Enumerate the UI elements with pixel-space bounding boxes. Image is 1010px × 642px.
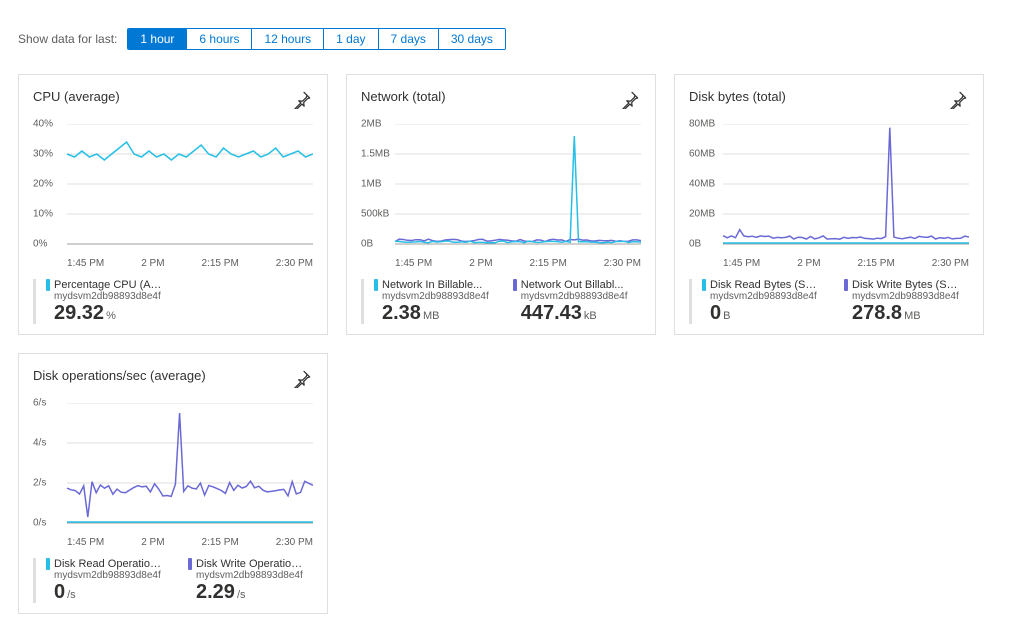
legend-value: 29.32%: [46, 302, 164, 324]
legend-swatch: [46, 279, 50, 291]
time-range-tab[interactable]: 30 days: [439, 29, 505, 49]
x-tick-label: 2:15 PM: [530, 258, 567, 269]
chart-card-network: Network (total) 2MB1.5MB1MB500kB0B 1:45 PM…: [346, 74, 656, 335]
legend-value: 447.43kB: [513, 302, 628, 324]
legend-resource-name: mydsvm2db98893d8e4f: [188, 570, 306, 581]
x-tick-label: 1:45 PM: [395, 258, 432, 269]
legend-value: 0/s: [46, 581, 164, 603]
chart-plot[interactable]: 2MB1.5MB1MB500kB0B: [361, 124, 641, 254]
time-range-selector: Show data for last: 1 hour6 hours12 hour…: [18, 28, 992, 50]
legend-swatch: [374, 279, 378, 291]
chart-legend: Disk Read Bytes (Sum)mydsvm2db98893d8e4f…: [689, 279, 969, 324]
legend-resource-name: mydsvm2db98893d8e4f: [513, 291, 628, 302]
pin-button[interactable]: [947, 89, 969, 114]
chart-title: Disk operations/sec (average): [33, 368, 206, 383]
charts-grid: CPU (average) 40%30%20%10%0% 1:45 PM 2 PM 2:…: [18, 74, 992, 614]
legend-swatch: [844, 279, 848, 291]
time-range-label: Show data for last:: [18, 32, 117, 46]
time-range-tabs: 1 hour6 hours12 hours1 day7 days30 days: [127, 28, 506, 50]
legend-value: 278.8MB: [844, 302, 962, 324]
legend-metric-name: Network In Billable...: [382, 279, 482, 291]
x-axis: 1:45 PM 2 PM 2:15 PM 2:30 PM: [689, 258, 969, 269]
x-tick-label: 2 PM: [141, 537, 164, 548]
x-tick-label: 2:15 PM: [858, 258, 895, 269]
chart-plot[interactable]: 6/s4/s2/s0/s: [33, 403, 313, 533]
x-axis: 1:45 PM 2 PM 2:15 PM 2:30 PM: [33, 537, 313, 548]
x-tick-label: 2 PM: [141, 258, 164, 269]
x-tick-label: 1:45 PM: [723, 258, 760, 269]
x-axis: 1:45 PM 2 PM 2:15 PM 2:30 PM: [361, 258, 641, 269]
chart-plot[interactable]: 80MB60MB40MB20MB0B: [689, 124, 969, 254]
legend-resource-name: mydsvm2db98893d8e4f: [46, 291, 164, 302]
legend-metric-name: Disk Read Bytes (Sum): [710, 279, 820, 291]
chart-plot[interactable]: 40%30%20%10%0%: [33, 124, 313, 254]
chart-legend: Network In Billable...mydsvm2db98893d8e4…: [361, 279, 641, 324]
legend-swatch: [513, 279, 517, 291]
x-axis: 1:45 PM 2 PM 2:15 PM 2:30 PM: [33, 258, 313, 269]
chart-card-cpu: CPU (average) 40%30%20%10%0% 1:45 PM 2 PM 2:…: [18, 74, 328, 335]
legend-metric-name: Percentage CPU (Avg): [54, 279, 164, 291]
legend-item[interactable]: Disk Write Operation...mydsvm2db98893d8e…: [188, 558, 306, 603]
x-tick-label: 2:15 PM: [202, 258, 239, 269]
chart-title: Network (total): [361, 89, 446, 104]
x-tick-label: 2:30 PM: [604, 258, 641, 269]
time-range-tab[interactable]: 7 days: [379, 29, 439, 49]
chart-title: Disk bytes (total): [689, 89, 786, 104]
legend-metric-name: Disk Write Bytes (Sum): [852, 279, 962, 291]
chart-card-diskops: Disk operations/sec (average) 6/s4/s2/s0/…: [18, 353, 328, 614]
legend-resource-name: mydsvm2db98893d8e4f: [844, 291, 962, 302]
chart-title: CPU (average): [33, 89, 120, 104]
chart-card-diskbytes: Disk bytes (total) 80MB60MB40MB20MB0B 1:45…: [674, 74, 984, 335]
x-tick-label: 1:45 PM: [67, 537, 104, 548]
legend-item[interactable]: Disk Read Operations...mydsvm2db98893d8e…: [46, 558, 164, 603]
legend-swatch: [188, 558, 192, 570]
legend-swatch: [46, 558, 50, 570]
legend-value: 0B: [702, 302, 820, 324]
legend-resource-name: mydsvm2db98893d8e4f: [374, 291, 489, 302]
legend-item[interactable]: Network In Billable...mydsvm2db98893d8e4…: [374, 279, 489, 324]
x-tick-label: 2 PM: [469, 258, 492, 269]
pin-button[interactable]: [619, 89, 641, 114]
time-range-tab[interactable]: 6 hours: [187, 29, 252, 49]
x-tick-label: 2:15 PM: [202, 537, 239, 548]
legend-swatch: [702, 279, 706, 291]
x-tick-label: 2:30 PM: [276, 258, 313, 269]
pin-button[interactable]: [291, 89, 313, 114]
x-tick-label: 1:45 PM: [67, 258, 104, 269]
legend-metric-name: Disk Read Operations...: [54, 558, 164, 570]
legend-metric-name: Network Out Billabl...: [521, 279, 624, 291]
chart-legend: Percentage CPU (Avg)mydsvm2db98893d8e4f2…: [33, 279, 313, 324]
legend-value: 2.29/s: [188, 581, 306, 603]
legend-resource-name: mydsvm2db98893d8e4f: [46, 570, 164, 581]
x-tick-label: 2 PM: [797, 258, 820, 269]
legend-metric-name: Disk Write Operation...: [196, 558, 306, 570]
legend-item[interactable]: Disk Write Bytes (Sum)mydsvm2db98893d8e4…: [844, 279, 962, 324]
time-range-tab[interactable]: 1 day: [324, 29, 378, 49]
legend-item[interactable]: Percentage CPU (Avg)mydsvm2db98893d8e4f2…: [46, 279, 164, 324]
time-range-tab[interactable]: 1 hour: [128, 29, 187, 49]
legend-item[interactable]: Network Out Billabl...mydsvm2db98893d8e4…: [513, 279, 628, 324]
time-range-tab[interactable]: 12 hours: [252, 29, 324, 49]
x-tick-label: 2:30 PM: [276, 537, 313, 548]
chart-legend: Disk Read Operations...mydsvm2db98893d8e…: [33, 558, 313, 603]
pin-button[interactable]: [291, 368, 313, 393]
x-tick-label: 2:30 PM: [932, 258, 969, 269]
legend-value: 2.38MB: [374, 302, 489, 324]
legend-item[interactable]: Disk Read Bytes (Sum)mydsvm2db98893d8e4f…: [702, 279, 820, 324]
legend-resource-name: mydsvm2db98893d8e4f: [702, 291, 820, 302]
